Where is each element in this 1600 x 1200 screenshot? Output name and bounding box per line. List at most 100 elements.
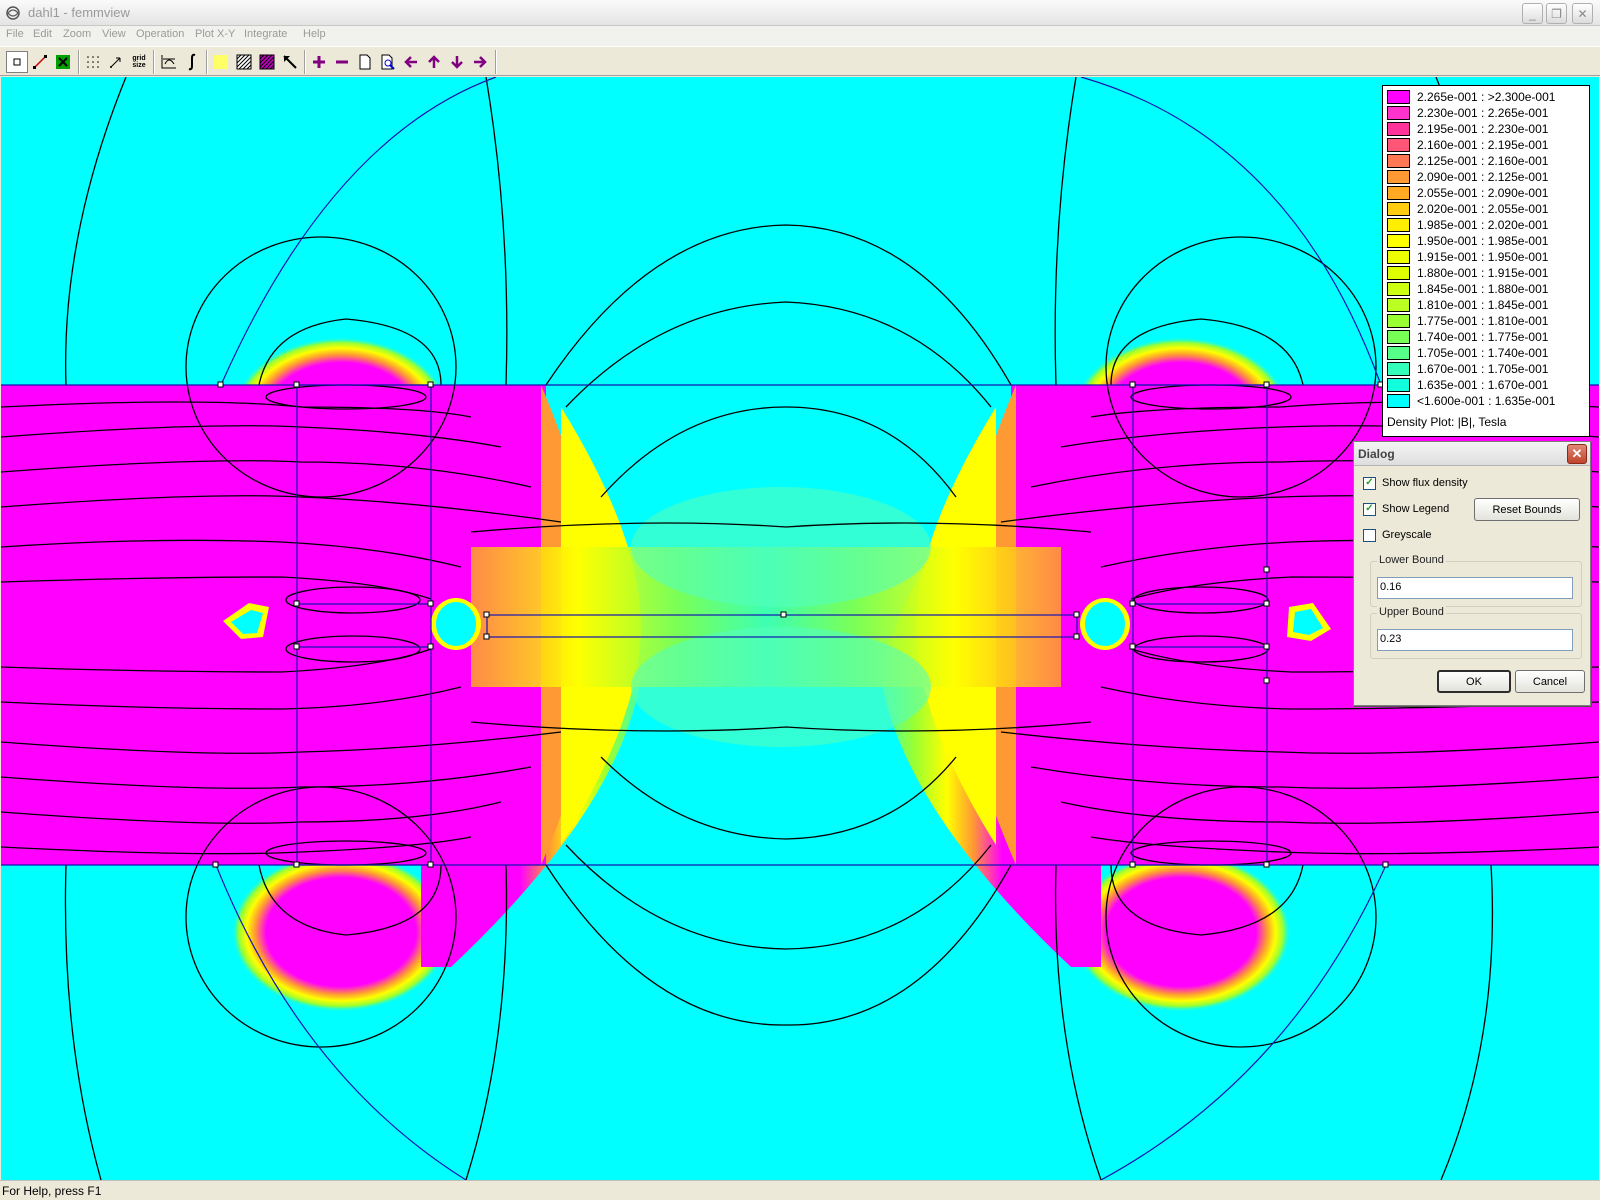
hatch-area-button[interactable]	[233, 51, 255, 73]
select-arrow-button[interactable]	[279, 51, 301, 73]
legend-range-label: 2.265e-001 : >2.300e-001	[1417, 90, 1556, 104]
upper-bound-group: Upper Bound 0.23	[1370, 606, 1582, 659]
legend-range-label: 1.845e-001 : 1.880e-001	[1417, 282, 1549, 296]
snap-grid-button[interactable]	[105, 51, 127, 73]
menu-operation[interactable]: Operation	[136, 28, 184, 40]
show-flux-density-label: Show flux density	[1382, 477, 1468, 489]
pan-right-button[interactable]	[469, 51, 491, 73]
menu-view[interactable]: View	[102, 28, 126, 40]
legend-range-label: 1.810e-001 : 1.845e-001	[1417, 298, 1549, 312]
legend-swatch	[1387, 90, 1410, 104]
zoom-window-icon	[381, 54, 395, 70]
legend-swatch	[1387, 234, 1410, 248]
menu-zoom[interactable]: Zoom	[63, 28, 91, 40]
greyscale-label: Greyscale	[1382, 529, 1432, 541]
legend-swatch	[1387, 186, 1410, 200]
legend-range-label: 2.090e-001 : 2.125e-001	[1417, 170, 1549, 184]
density-legend: 2.265e-001 : >2.300e-001 2.230e-001 : 2.2…	[1382, 85, 1590, 437]
dialog-title-bar[interactable]: Dialog ✕	[1354, 442, 1590, 466]
upper-bound-input[interactable]: 0.23	[1377, 629, 1573, 651]
hatch-icon	[236, 54, 252, 70]
point-mode-button[interactable]	[6, 51, 28, 73]
plot-xy-button[interactable]	[158, 51, 180, 73]
contour-mode-button[interactable]	[29, 51, 51, 73]
legend-range-label: 1.915e-001 : 1.950e-001	[1417, 250, 1549, 264]
arrow-right-icon	[474, 56, 487, 68]
area-select-icon	[56, 55, 70, 69]
show-grid-button[interactable]	[82, 51, 104, 73]
legend-range-label: 1.950e-001 : 1.985e-001	[1417, 234, 1549, 248]
arrow-left-icon	[404, 56, 417, 68]
close-window-button[interactable]: ✕	[1572, 3, 1593, 24]
dialog-title: Dialog	[1358, 447, 1395, 461]
legend-swatch	[1387, 282, 1410, 296]
legend-range-label: 1.635e-001 : 1.670e-001	[1417, 378, 1549, 392]
toolbar-separator	[206, 50, 208, 74]
show-legend-checkbox[interactable]: ✓	[1363, 502, 1376, 516]
legend-swatch	[1387, 346, 1410, 360]
menu-plot-xy[interactable]: Plot X-Y	[195, 28, 235, 40]
toolbar-separator	[78, 50, 80, 74]
legend-range-label: 2.020e-001 : 2.055e-001	[1417, 202, 1549, 216]
menu-integrate[interactable]: Integrate	[244, 28, 287, 40]
zoom-window-button[interactable]	[377, 51, 399, 73]
cancel-button[interactable]: Cancel	[1515, 670, 1585, 693]
legend-swatch	[1387, 250, 1410, 264]
legend-swatch	[1387, 330, 1410, 344]
area-mode-button[interactable]	[52, 51, 74, 73]
upper-bound-label: Upper Bound	[1377, 606, 1446, 618]
pan-up-button[interactable]	[423, 51, 445, 73]
show-flux-density-checkbox[interactable]: ✓	[1363, 476, 1376, 490]
show-flux-density-row[interactable]: ✓ Show flux density	[1363, 475, 1468, 491]
legend-swatch	[1387, 170, 1410, 184]
menu-edit[interactable]: Edit	[33, 28, 52, 40]
dialog-close-button[interactable]: ✕	[1567, 444, 1587, 464]
zoom-page-button[interactable]	[354, 51, 376, 73]
legend-range-label: 1.670e-001 : 1.705e-001	[1417, 362, 1549, 376]
menu-bar: File Edit Zoom View Operation Plot X-Y I…	[0, 26, 1600, 46]
maximize-button[interactable]: ❐	[1546, 3, 1567, 24]
zoom-out-button[interactable]	[331, 51, 353, 73]
legend-range-label: 1.775e-001 : 1.810e-001	[1417, 314, 1549, 328]
menu-file[interactable]: File	[6, 28, 24, 40]
legend-swatch	[1387, 314, 1410, 328]
plot-xy-icon	[161, 55, 176, 69]
legend-swatch	[1387, 362, 1410, 376]
toolbar-separator	[153, 50, 155, 74]
lower-bound-label: Lower Bound	[1377, 554, 1446, 566]
ok-button[interactable]: OK	[1437, 670, 1511, 693]
grid-size-label-top: grid	[132, 55, 146, 62]
grid-size-button[interactable]: grid size	[128, 51, 150, 73]
density-plot-dialog: Dialog ✕ ✓ Show flux density ✓ Show Lege…	[1353, 441, 1591, 706]
zoom-in-button[interactable]	[308, 51, 330, 73]
legend-swatch	[1387, 394, 1410, 408]
integral-icon	[188, 53, 196, 71]
pan-left-button[interactable]	[400, 51, 422, 73]
show-legend-row[interactable]: ✓ Show Legend	[1363, 501, 1449, 517]
plus-icon	[313, 56, 325, 68]
density-plot-icon	[214, 55, 228, 69]
toolbar-separator	[495, 50, 497, 74]
legend-swatch	[1387, 106, 1410, 120]
legend-range-label: 1.740e-001 : 1.775e-001	[1417, 330, 1549, 344]
legend-title: Density Plot: |B|, Tesla	[1387, 415, 1507, 429]
legend-range-label: 2.160e-001 : 2.195e-001	[1417, 138, 1549, 152]
lower-bound-input[interactable]: 0.16	[1377, 577, 1573, 599]
legend-swatch	[1387, 122, 1410, 136]
reset-bounds-button[interactable]: Reset Bounds	[1474, 498, 1580, 521]
legend-swatch	[1387, 218, 1410, 232]
menu-help[interactable]: Help	[303, 28, 326, 40]
integrate-button[interactable]	[181, 51, 203, 73]
pan-down-button[interactable]	[446, 51, 468, 73]
legend-swatch	[1387, 266, 1410, 280]
femm-app-icon[interactable]	[5, 5, 21, 21]
status-text: For Help, press F1	[2, 1184, 102, 1198]
arrow-down-icon	[451, 56, 463, 69]
density-plot-button[interactable]	[210, 51, 232, 73]
highlight-area-button[interactable]	[256, 51, 278, 73]
greyscale-row[interactable]: Greyscale	[1363, 527, 1432, 543]
toolbar: grid size	[0, 46, 1600, 76]
legend-range-label: 2.055e-001 : 2.090e-001	[1417, 186, 1549, 200]
greyscale-checkbox[interactable]	[1363, 528, 1376, 542]
minimize-button[interactable]: _	[1522, 3, 1543, 24]
